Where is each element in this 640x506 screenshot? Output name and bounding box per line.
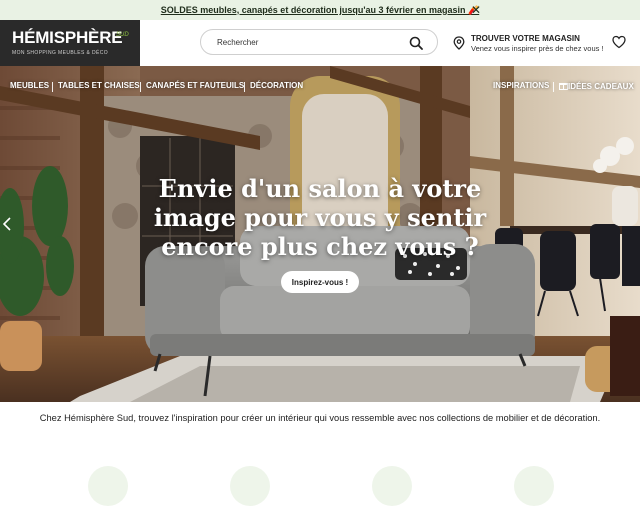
nav-separator: [140, 82, 141, 92]
logo-tagline: MON SHOPPING MEUBLES & DÉCO: [12, 50, 109, 56]
nav-item-idees-cadeaux[interactable]: IDÉES CADEAUX: [559, 81, 634, 91]
nav-item-canapes-fauteuils[interactable]: CANAPÉS ET FAUTEUILS: [146, 81, 244, 90]
nav-item-meubles[interactable]: MEUBLES: [10, 81, 49, 90]
logo-brand-main: HÉMISPHÈRE: [12, 28, 123, 47]
logo-brand: HÉMISPHÈRE: [12, 28, 123, 48]
category-icon[interactable]: [88, 466, 128, 506]
nav-item-inspirations[interactable]: INSPIRATIONS: [493, 81, 549, 90]
logo-brand-sub: SUD: [116, 32, 129, 38]
heart-icon[interactable]: [612, 35, 626, 49]
site-logo[interactable]: HÉMISPHÈRE SUD MON SHOPPING MEUBLES & DÉ…: [0, 20, 140, 66]
close-icon[interactable]: ✕: [470, 3, 482, 17]
search-bar[interactable]: [200, 29, 438, 55]
store-locator-title: TROUVER VOTRE MAGASIN: [471, 34, 580, 43]
main-navigation: MEUBLES TABLES ET CHAISES CANAPÉS ET FAU…: [0, 66, 640, 108]
search-input[interactable]: [217, 35, 397, 50]
category-icon[interactable]: [230, 466, 270, 506]
nav-item-tables-chaises[interactable]: TABLES ET CHAISES: [58, 81, 140, 90]
nav-separator: [244, 82, 245, 92]
nav-separator: [52, 82, 53, 92]
category-icon[interactable]: [514, 466, 554, 506]
category-icon[interactable]: [372, 466, 412, 506]
intro-text: Chez Hémisphère Sud, trouvez l'inspirati…: [39, 413, 601, 423]
inspirez-vous-button[interactable]: Inspirez-vous !: [281, 271, 359, 293]
nav-item-idees-cadeaux-label: IDÉES CADEAUX: [568, 82, 634, 91]
carousel-prev-icon[interactable]: [3, 217, 11, 231]
search-icon[interactable]: [409, 36, 423, 50]
store-locator-subtitle: Venez vous inspirer près de chez vous !: [471, 44, 604, 53]
store-locator[interactable]: TROUVER VOTRE MAGASIN Venez vous inspire…: [453, 34, 613, 60]
promo-text[interactable]: SOLDES meubles, canapés et décoration ju…: [161, 5, 479, 16]
site-header: HÉMISPHÈRE SUD MON SHOPPING MEUBLES & DÉ…: [0, 20, 640, 66]
nav-item-decoration[interactable]: DÉCORATION: [250, 81, 303, 90]
hero-headline: Envie d'un salon à votre image pour vous…: [153, 174, 487, 261]
nav-separator: [553, 82, 554, 92]
promo-banner[interactable]: SOLDES meubles, canapés et décoration ju…: [0, 0, 640, 20]
gift-icon: [559, 83, 568, 90]
location-pin-icon: [453, 36, 465, 50]
category-icons-row: [0, 462, 640, 506]
